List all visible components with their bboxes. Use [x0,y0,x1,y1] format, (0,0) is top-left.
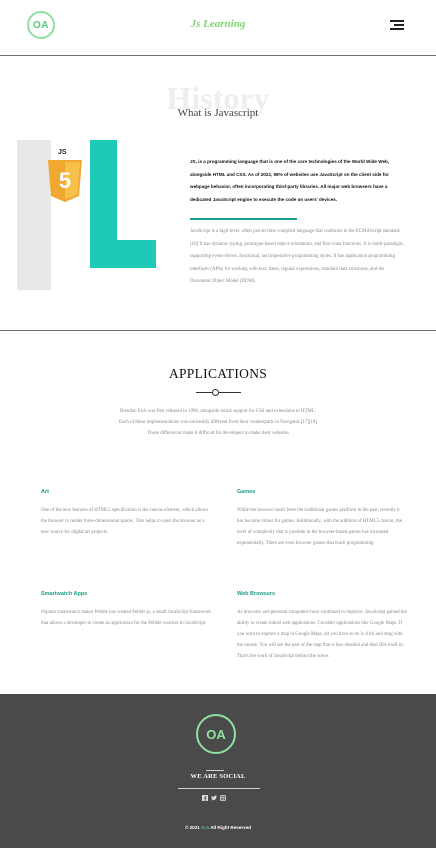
copyright-prefix: © 2021 [184,825,200,830]
card-title-smartwatch-apps: Smartwatch Apps [41,591,88,597]
copyright-suffix: All Right Reserved [210,825,252,830]
js-graphic-l-horizontal [90,240,156,268]
copyright-brand: O.A [201,825,210,830]
history-bold-paragraph: JS, is a programming language that is on… [190,159,390,202]
card-title-art: Art [41,489,49,495]
social-icons [202,795,226,803]
card-body-games: While the browser hasn't been the tradit… [237,508,402,546]
history-accent-line [190,218,297,220]
instagram-icon[interactable] [220,795,226,801]
footer-logo-text: OA [206,726,226,742]
facebook-icon[interactable] [202,795,208,801]
footer-rule-bottom [178,788,260,789]
menu-bar [394,24,404,26]
card-body-art: One of the new features of HTML5 specifi… [41,508,209,535]
hamburger-menu-icon[interactable] [390,20,404,30]
footer-logo[interactable]: OA [196,714,236,754]
site-header: OA Js Learning [0,0,436,56]
copyright: © 2021 O.A All Right Reserved [0,825,436,830]
menu-bar [390,20,404,22]
html5-shield-icon: JS 5 [45,149,85,205]
card-title-web-browsers: Web Browsers [237,591,276,597]
history-subtitle: What is Javascript [177,107,259,119]
menu-bar [390,28,404,30]
card-body-smartwatch-apps: Popular smartwatch maker Pebble has crea… [41,610,211,626]
applications-title: APPLICATIONS [168,366,268,381]
card-body-web-browsers: As browsers and personal computers have … [237,610,407,659]
social-heading: WE ARE SOCIAL [190,773,246,780]
history-paragraph: JavaScript is a high-level, often just-i… [190,229,404,284]
card-title-games: Games [237,489,256,495]
twitter-icon[interactable] [211,795,217,801]
badge-label: JS [58,149,67,156]
brand-title[interactable]: Js Learning [0,18,436,30]
applications-rule-dot [212,389,219,396]
footer-rule-top [206,770,224,771]
badge-glyph: 5 [59,168,71,193]
applications-intro: Brendan Eich was first released in 1996,… [119,409,317,436]
section-divider [0,330,436,331]
